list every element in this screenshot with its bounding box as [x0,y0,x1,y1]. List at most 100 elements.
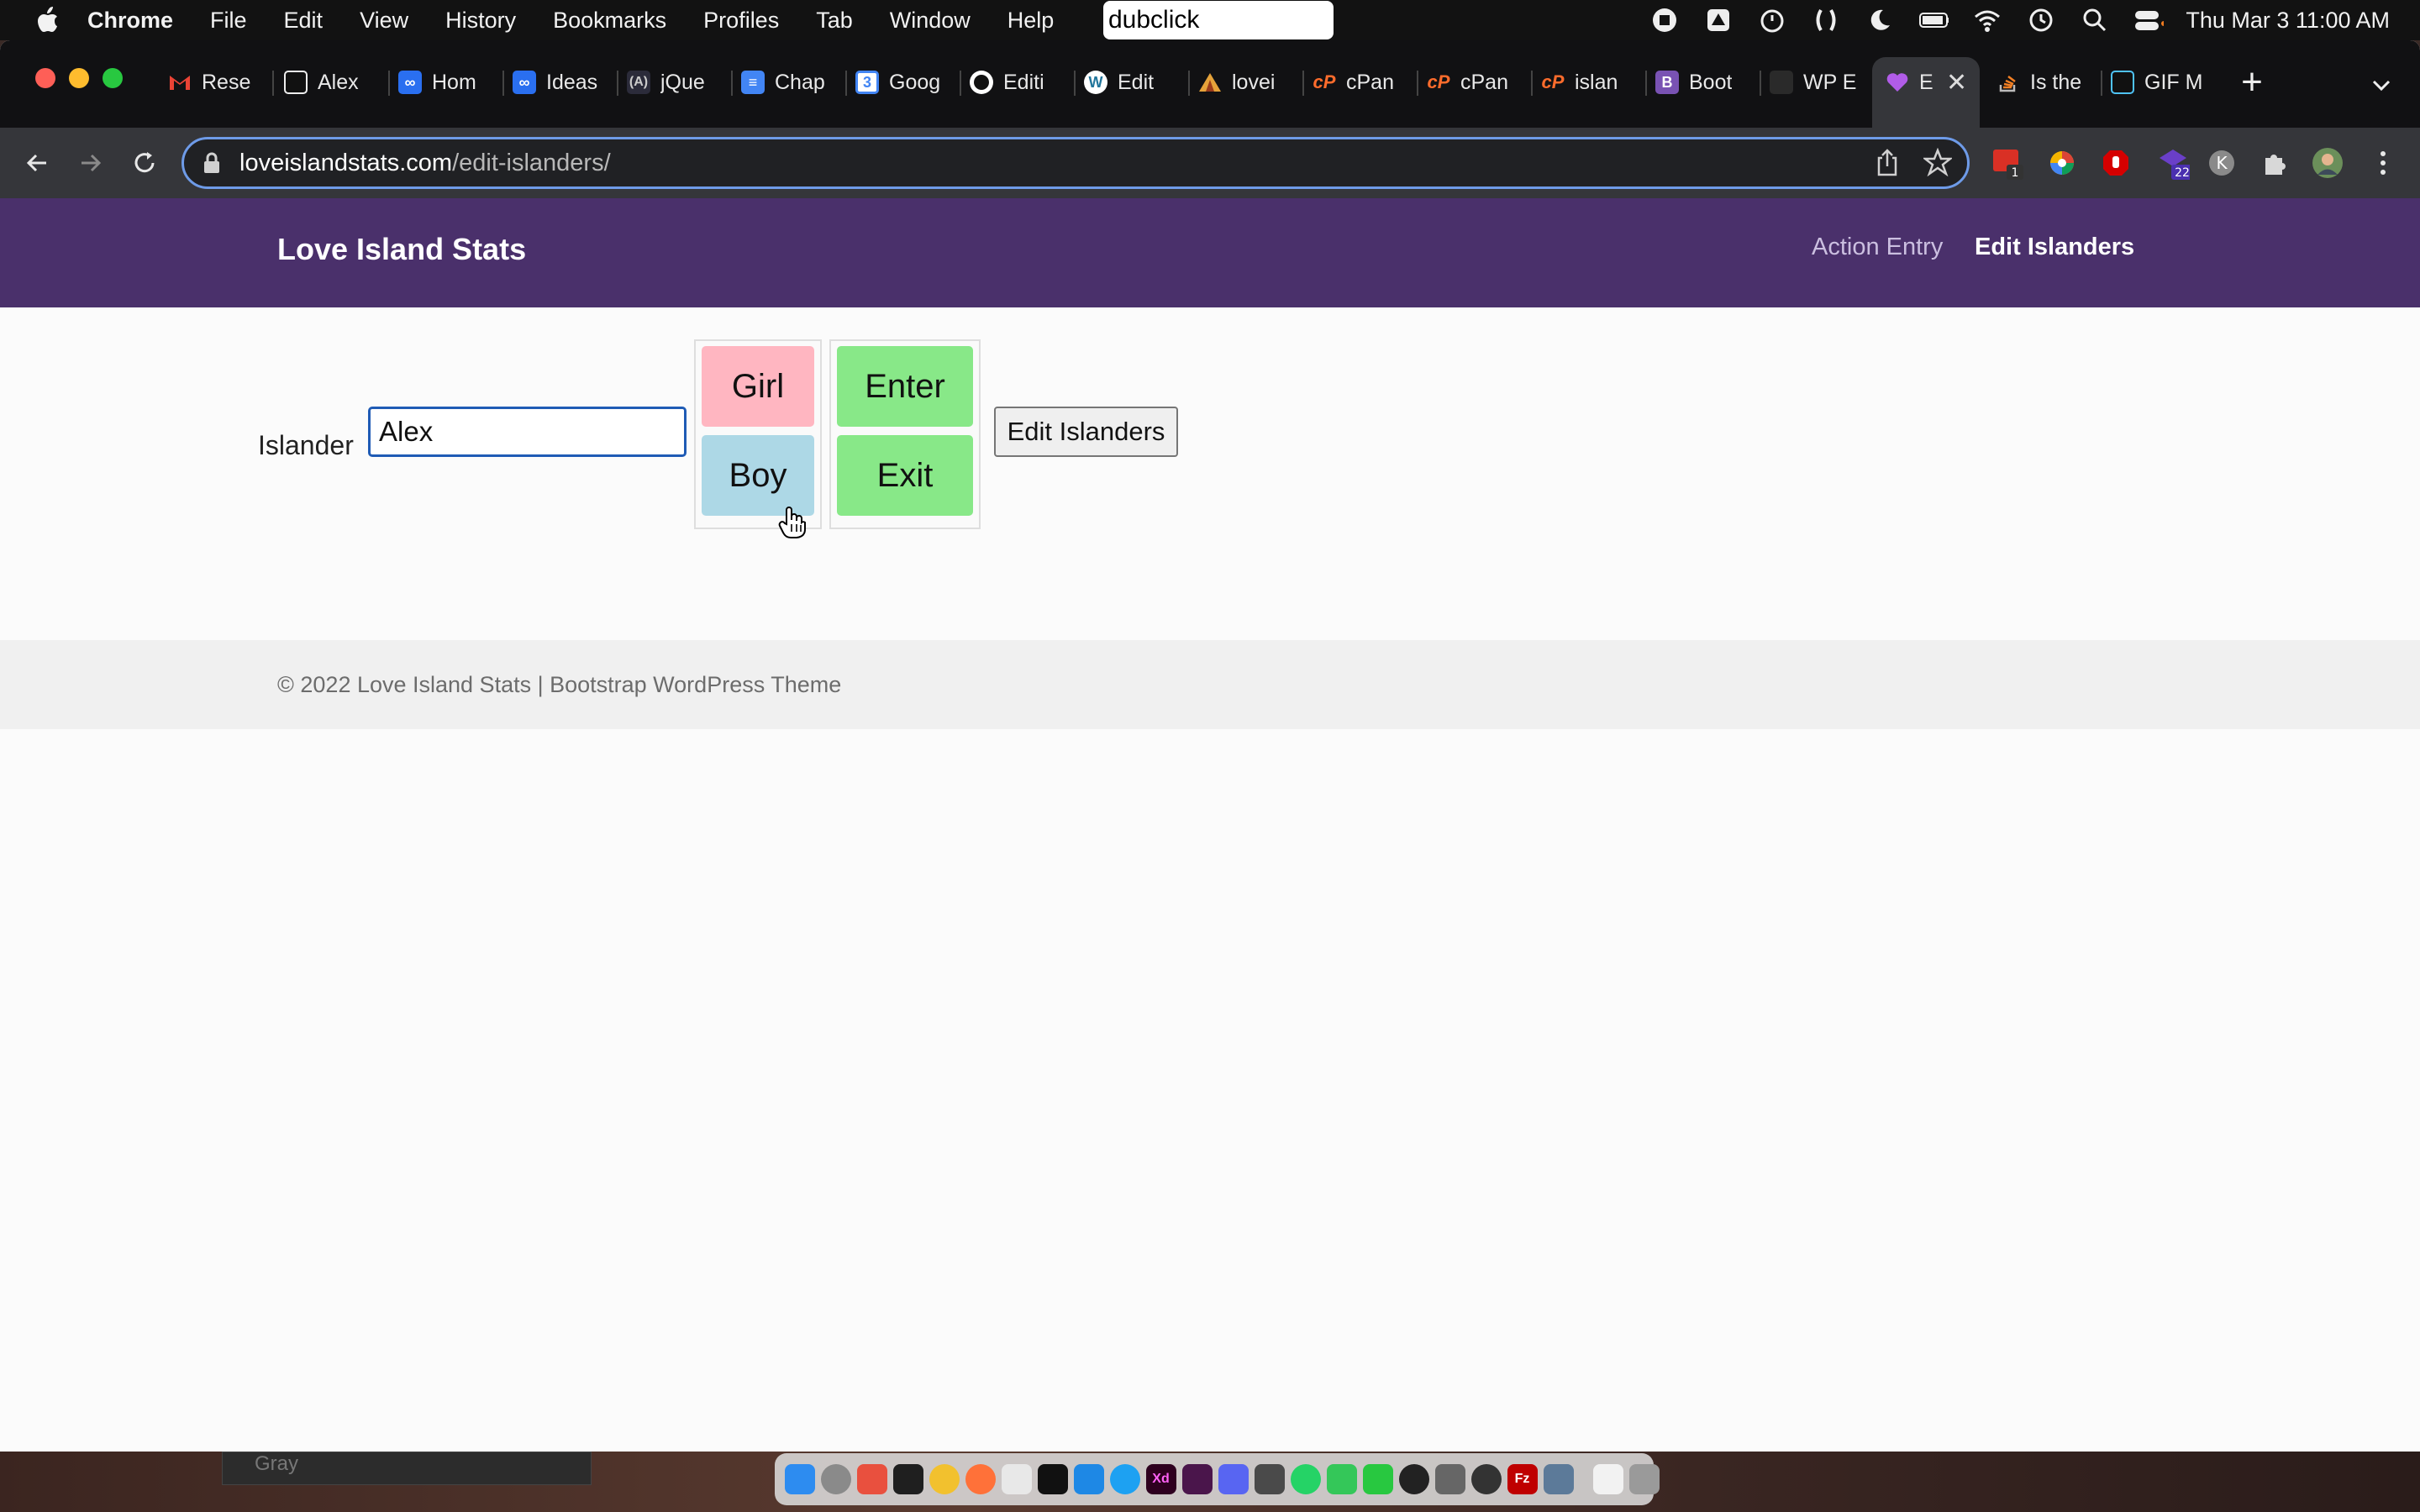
profile-avatar-icon[interactable] [2311,146,2344,180]
more-menu-icon[interactable] [2366,146,2400,180]
timer-icon[interactable] [1757,5,1787,35]
puzzle-extensions-icon[interactable] [2257,146,2291,180]
bootstrap-icon: B [1655,71,1679,94]
menu-history[interactable]: History [445,8,516,34]
facetime-icon[interactable] [1362,1464,1393,1494]
document-icon[interactable] [1592,1464,1623,1494]
tab-8[interactable]: W Edit [1084,60,1193,104]
extension-hand-stop-icon[interactable] [2099,146,2133,180]
chatgpt-icon[interactable] [1398,1464,1429,1494]
tab-6[interactable]: 3 Goog [855,60,965,104]
back-arrow-icon[interactable] [17,143,57,183]
address-bar[interactable]: loveislandstats.com /edit-islanders/ [182,137,1970,189]
menubar-clock[interactable]: Thu Mar 3 11:00 AM [2186,8,2390,34]
time-machine-icon[interactable] [2026,5,2056,35]
menu-bookmarks[interactable]: Bookmarks [553,8,666,34]
drive-icon[interactable] [1703,5,1733,35]
menu-app-chrome[interactable]: Chrome [87,8,173,34]
menu-tab[interactable]: Tab [816,8,853,34]
extension-color-wheel-icon[interactable] [2045,146,2079,180]
preview-icon[interactable] [1254,1464,1285,1494]
tab-9[interactable]: lovei [1198,60,1307,104]
menu-profiles[interactable]: Profiles [703,8,779,34]
firefox-icon[interactable] [965,1464,996,1494]
tab-7[interactable]: Editi [970,60,1079,104]
edit-islanders-button[interactable]: Edit Islanders [994,407,1178,457]
wifi-icon[interactable] [1972,5,2002,35]
control-center-icon[interactable] [2133,5,2165,35]
bookmark-star-icon[interactable] [1922,147,1954,183]
girl-button[interactable]: Girl [702,346,814,427]
nav-action-entry[interactable]: Action Entry [1812,234,1943,261]
site-brand[interactable]: Love Island Stats [277,232,526,267]
tab-title: Is the [2030,70,2082,94]
lock-icon[interactable] [203,150,224,176]
brackets-app-icon[interactable] [892,1464,923,1494]
terminal-icon[interactable] [1037,1464,1068,1494]
menu-help[interactable]: Help [1007,8,1055,34]
moon-icon[interactable] [1865,5,1895,35]
close-tab-icon[interactable]: ✕ [1946,68,1967,97]
filezilla-icon[interactable]: Fz [1507,1464,1538,1494]
menu-edit[interactable]: Edit [284,8,324,34]
script-editor-icon[interactable] [1001,1464,1032,1494]
forward-arrow-icon[interactable] [71,143,111,183]
trash-icon[interactable] [1628,1464,1660,1494]
profile-k-icon[interactable]: K [2205,146,2238,180]
tab-title: islan [1575,70,1618,94]
sequel-icon[interactable] [1434,1464,1465,1494]
tab-11[interactable]: cP cPan [1427,60,1536,104]
launchpad-icon[interactable] [856,1464,887,1494]
finder-icon[interactable] [784,1464,815,1494]
close-window-button[interactable] [35,68,55,88]
tab-0[interactable]: Rese [168,60,277,104]
tab-10[interactable]: cP cPan [1313,60,1422,104]
share-icon[interactable] [1875,148,1900,183]
whatsapp-icon[interactable] [1290,1464,1321,1494]
tab-16[interactable]: Is the [1996,60,2106,104]
system-preferences-icon[interactable] [820,1464,851,1494]
slack-icon[interactable] [1181,1464,1213,1494]
record-stop-icon[interactable] [1649,5,1680,35]
brackets-icon[interactable] [1811,5,1841,35]
tab-title: E [1919,70,1933,94]
tab-4[interactable]: (A) jQue [627,60,736,104]
adobe-xd-icon[interactable]: Xd [1145,1464,1176,1494]
vscode-icon[interactable] [1073,1464,1104,1494]
github-desktop-icon[interactable] [1470,1464,1502,1494]
tab-13[interactable]: B Boot [1655,60,1765,104]
tab-search-chevron-icon[interactable] [2365,69,2398,102]
tab-5[interactable]: ≡ Chap [741,60,850,104]
messages-icon[interactable] [1326,1464,1357,1494]
tab-1[interactable]: Alex [284,60,393,104]
tab-17[interactable]: GIF M [2111,60,2220,104]
exit-button[interactable]: Exit [837,435,973,516]
menu-view[interactable]: View [360,8,408,34]
battery-icon[interactable] [1918,5,1949,35]
cpanel-icon: cP [1427,71,1450,92]
tab-3[interactable]: ∞ Ideas [513,60,622,104]
spotlight-search-icon[interactable] [2080,5,2110,35]
menu-file[interactable]: File [210,8,247,34]
tab-2[interactable]: ∞ Hom [398,60,508,104]
enter-button[interactable]: Enter [837,346,973,427]
apple-icon[interactable] [30,3,64,37]
background-window[interactable]: Gray [222,1452,592,1485]
screen-sharing-icon[interactable] [1543,1464,1574,1494]
tab-14[interactable]: WP E [1770,60,1879,104]
menu-window[interactable]: Window [890,8,971,34]
tab-active[interactable]: E ✕ [1872,57,1980,128]
browser-app-icon[interactable] [1109,1464,1140,1494]
tab-12[interactable]: cP islan [1541,60,1650,104]
boy-button[interactable]: Boy [702,435,814,516]
minimize-window-button[interactable] [69,68,89,88]
extension-badge-22-icon[interactable]: 22 [2156,146,2190,180]
nav-edit-islanders[interactable]: Edit Islanders [1975,234,2134,261]
new-tab-button[interactable]: + [2235,61,2269,102]
extension-calendar-icon[interactable]: 1 [1991,146,2025,180]
zoom-window-button[interactable] [103,68,123,88]
reload-icon[interactable] [124,143,165,183]
islander-input[interactable] [368,407,687,457]
discord-icon[interactable] [1218,1464,1249,1494]
chrome-icon[interactable] [929,1464,960,1494]
